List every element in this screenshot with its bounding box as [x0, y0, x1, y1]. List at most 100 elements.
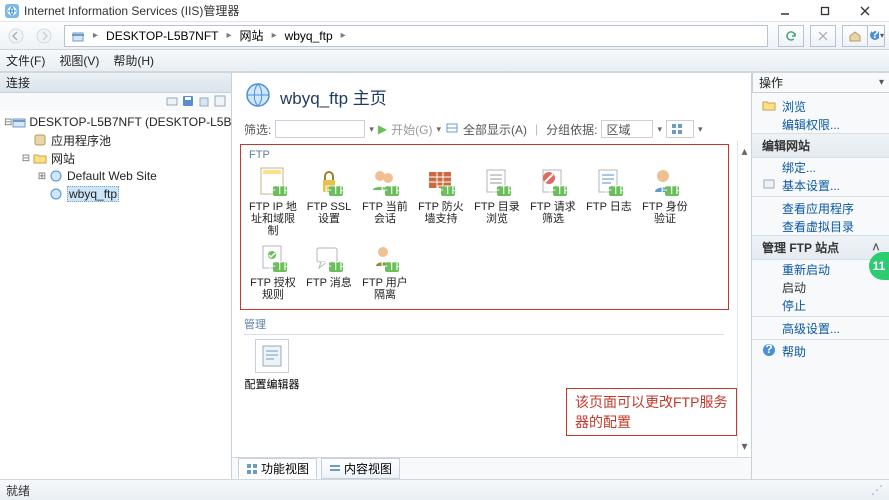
- expand-icon[interactable]: ⊞: [36, 171, 48, 182]
- back-button[interactable]: [4, 25, 28, 47]
- mgmt-group-label: 管理: [244, 316, 724, 335]
- resize-grip-icon[interactable]: ⋰: [871, 483, 883, 497]
- scrollbar-buttons[interactable]: ▴ ▾: [737, 140, 751, 457]
- breadcrumb-current[interactable]: wbyq_ftp: [279, 26, 339, 46]
- action-bindings[interactable]: 绑定...: [752, 158, 889, 176]
- stop-button-disabled: [810, 25, 836, 47]
- ftp-firewall[interactable]: FTPFTP 防火墙支持: [413, 165, 469, 237]
- ftp-logging[interactable]: FTPFTP 日志: [581, 165, 637, 237]
- svg-text:?: ?: [765, 343, 772, 356]
- connect-icon[interactable]: [165, 94, 179, 111]
- view-mode-select[interactable]: [666, 120, 694, 138]
- help-dropdown[interactable]: ?▾: [869, 25, 885, 47]
- menu-help[interactable]: 帮助(H): [113, 52, 154, 69]
- ftp-current-sessions[interactable]: FTPFTP 当前会话: [357, 165, 413, 237]
- menu-view[interactable]: 视图(V): [59, 52, 99, 69]
- collapse-caret-icon[interactable]: ᐱ: [873, 242, 879, 253]
- collapse-icon[interactable]: ⊟: [20, 153, 32, 164]
- chevron-down-icon[interactable]: ▾: [879, 77, 884, 88]
- action-view-apps[interactable]: 查看应用程序: [752, 199, 889, 217]
- ftp-request-filtering[interactable]: FTPFTP 请求筛选: [525, 165, 581, 237]
- ftp-user-isolation[interactable]: FTPFTP 用户隔离: [357, 241, 413, 301]
- connections-header: 连接: [0, 73, 231, 93]
- collapse-icon[interactable]: ⊟: [4, 117, 12, 128]
- breadcrumb-sites[interactable]: 网站: [234, 26, 270, 46]
- tree-wbyq-ftp-site[interactable]: wbyq_ftp: [4, 185, 227, 203]
- delete-icon[interactable]: [197, 94, 211, 111]
- groupby-select[interactable]: 区域: [601, 120, 653, 138]
- breadcrumb[interactable]: ▸ DESKTOP-L5B7NFT ▸ 网站 ▸ wbyq_ftp ▸: [64, 25, 768, 47]
- workspace: 连接 ⊟ DESKTOP-L5B7NFT (DESKTOP-L5B7NFT\11…: [0, 72, 889, 480]
- status-text: 就绪: [6, 482, 30, 499]
- forward-button[interactable]: [32, 25, 56, 47]
- connections-panel: 连接 ⊟ DESKTOP-L5B7NFT (DESKTOP-L5B7NFT\11…: [0, 73, 232, 479]
- config-editor[interactable]: 配置编辑器: [244, 339, 300, 392]
- svg-text:FTP: FTP: [381, 183, 401, 197]
- tree-sites-node[interactable]: ⊟ 网站: [4, 149, 227, 167]
- notification-bubble[interactable]: 11: [869, 252, 889, 280]
- page-title: wbyq_ftp 主页: [280, 84, 387, 109]
- filter-bar: 筛选: ▾ ▶ 开始(G) ▾ 全部显示(A) | 分组依据: 区域 ▾ ▾: [232, 118, 751, 140]
- svg-text:FTP: FTP: [605, 183, 625, 197]
- navbar: ▸ DESKTOP-L5B7NFT ▸ 网站 ▸ wbyq_ftp ▸ ?▾: [0, 22, 889, 50]
- section-edit-site: 编辑网站: [752, 133, 889, 158]
- breadcrumb-home-icon[interactable]: [65, 26, 91, 46]
- svg-text:FTP: FTP: [661, 183, 681, 197]
- tree-apppools[interactable]: 应用程序池: [4, 131, 227, 149]
- help-icon: ?: [762, 343, 776, 360]
- site-icon: [244, 81, 272, 112]
- tree-default-site[interactable]: ⊞ Default Web Site: [4, 167, 227, 185]
- maximize-button[interactable]: [805, 0, 845, 22]
- showall-icon[interactable]: [445, 121, 459, 138]
- up-icon[interactable]: [213, 94, 227, 111]
- groupby-label: 分组依据:: [546, 121, 597, 138]
- server-icon: [12, 114, 26, 130]
- actions-header: 操作▾: [752, 73, 889, 93]
- action-stop[interactable]: 停止: [752, 296, 889, 314]
- action-start[interactable]: 启动: [752, 278, 889, 296]
- annotation-callout: 该页面可以更改FTP服务器的配置: [566, 388, 737, 436]
- tab-content-view[interactable]: 内容视图: [321, 458, 400, 479]
- tree-server-node[interactable]: ⊟ DESKTOP-L5B7NFT (DESKTOP-L5B7NFT\11266…: [4, 113, 227, 131]
- save-icon[interactable]: [181, 94, 195, 111]
- ftp-group-label: FTP: [249, 149, 728, 161]
- menubar: 文件(F) 视图(V) 帮助(H): [0, 50, 889, 72]
- go-icon[interactable]: ▶: [378, 122, 387, 136]
- page-header: wbyq_ftp 主页: [232, 73, 751, 118]
- start-label[interactable]: 开始(G): [391, 121, 432, 138]
- ftp-icons-row: FTPFTP IP 地址和域限制 FTPFTP SSL 设置 FTPFTP 当前…: [241, 163, 728, 303]
- action-basic-settings[interactable]: 基本设置...: [752, 176, 889, 194]
- ftp-ssl-settings[interactable]: FTPFTP SSL 设置: [301, 165, 357, 237]
- ftp-authorization[interactable]: FTPFTP 授权规则: [245, 241, 301, 301]
- menu-file[interactable]: 文件(F): [6, 52, 45, 69]
- tab-features-view[interactable]: 功能视图: [238, 458, 317, 479]
- content-panel: wbyq_ftp 主页 筛选: ▾ ▶ 开始(G) ▾ 全部显示(A) | 分组…: [232, 73, 751, 479]
- ftp-group: FTP FTPFTP IP 地址和域限制 FTPFTP SSL 设置 FTPFT…: [240, 144, 729, 310]
- scroll-up-icon[interactable]: ▴: [741, 144, 747, 158]
- action-edit-permissions[interactable]: 编辑权限...: [752, 115, 889, 133]
- window-title: Internet Information Services (IIS)管理器: [24, 2, 765, 19]
- svg-text:FTP: FTP: [549, 183, 569, 197]
- close-button[interactable]: [845, 0, 885, 22]
- minimize-button[interactable]: [765, 0, 805, 22]
- ftp-authentication[interactable]: FTPFTP 身份验证: [637, 165, 693, 237]
- home-button[interactable]: [842, 25, 868, 47]
- globe-icon: [48, 168, 64, 184]
- ftp-messages[interactable]: FTPFTP 消息: [301, 241, 357, 301]
- filter-input[interactable]: [275, 120, 365, 138]
- ftp-ip-restrictions[interactable]: FTPFTP IP 地址和域限制: [245, 165, 301, 237]
- settings-icon: [762, 177, 776, 194]
- action-view-vdirs[interactable]: 查看虚拟目录: [752, 217, 889, 235]
- breadcrumb-root[interactable]: DESKTOP-L5B7NFT: [100, 26, 224, 46]
- svg-text:FTP: FTP: [269, 183, 289, 197]
- action-explore[interactable]: 浏览: [752, 97, 889, 115]
- scroll-down-icon[interactable]: ▾: [741, 439, 747, 453]
- showall-label[interactable]: 全部显示(A): [463, 121, 527, 138]
- explore-icon: [762, 98, 776, 115]
- refresh-button[interactable]: [778, 25, 804, 47]
- section-manage-ftp: 管理 FTP 站点ᐱ: [752, 235, 889, 260]
- action-advanced[interactable]: 高级设置...: [752, 319, 889, 337]
- action-help[interactable]: ?帮助: [752, 342, 889, 360]
- ftp-directory-browsing[interactable]: FTPFTP 目录浏览: [469, 165, 525, 237]
- actions-panel: 操作▾ 浏览 编辑权限... 编辑网站 绑定... 基本设置... 查看应用程序…: [751, 73, 889, 479]
